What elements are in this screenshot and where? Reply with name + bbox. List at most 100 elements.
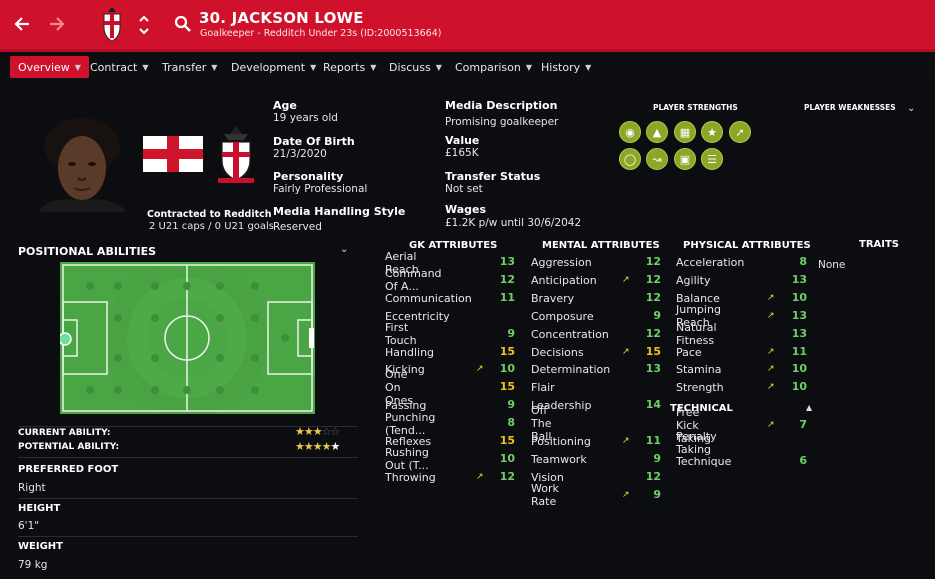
- menu-discuss[interactable]: Discuss ▼: [381, 56, 450, 78]
- attribute-value: 12: [645, 326, 661, 340]
- strengths-title: PLAYER STRENGTHS: [653, 103, 738, 112]
- attribute-row[interactable]: Rushing Out (T...: [385, 446, 429, 472]
- attribute-name: Anticipation: [531, 273, 597, 287]
- attribute-name: Flair: [531, 381, 555, 395]
- menu-history[interactable]: History ▼: [533, 56, 599, 78]
- pitch-icon[interactable]: ▣: [674, 148, 696, 170]
- physical-attributes-title: PHYSICAL ATTRIBUTES: [683, 240, 811, 251]
- attribute-row[interactable]: Positioning: [531, 433, 591, 450]
- attribute-value: 15: [499, 344, 515, 358]
- attribute-row[interactable]: Penalty Taking: [676, 430, 717, 456]
- attribute-row[interactable]: Communication: [385, 290, 472, 307]
- mental-attributes-title: MENTAL ATTRIBUTES: [542, 240, 660, 251]
- attribute-row[interactable]: Natural Fitness: [676, 321, 717, 347]
- running-icon[interactable]: ↝: [646, 148, 668, 170]
- player-name: 30. JACKSON LOWE: [199, 9, 364, 27]
- chevron-down-icon: ▼: [435, 62, 442, 72]
- attribute-row[interactable]: Technique: [676, 453, 731, 470]
- progress-arrow-icon: ↗: [622, 346, 630, 357]
- star-icon: ★: [330, 440, 341, 453]
- player-photo[interactable]: [28, 116, 136, 212]
- attribute-name: Work Rate: [531, 482, 559, 509]
- attribute-value: 12: [645, 290, 661, 304]
- attribute-row[interactable]: Stamina: [676, 361, 722, 378]
- attribute-row[interactable]: Bravery: [531, 290, 574, 307]
- attribute-value: 10: [791, 380, 807, 394]
- attribute-value: 9: [653, 308, 661, 322]
- attribute-row[interactable]: Determination: [531, 361, 610, 378]
- menu-reports[interactable]: Reports ▼: [315, 56, 384, 78]
- attribute-row[interactable]: First Touch: [385, 321, 417, 347]
- club-badge[interactable]: [214, 124, 258, 186]
- potential-ability-stars[interactable]: ★★★★★: [295, 440, 341, 453]
- attribute-row[interactable]: Punching (Tend...: [385, 411, 435, 437]
- chevron-down-icon[interactable]: ⌄: [907, 103, 915, 114]
- attribute-row[interactable]: Concentration: [531, 326, 609, 343]
- star-icon[interactable]: ★: [701, 121, 723, 143]
- attribute-value: 15: [645, 344, 661, 358]
- progress-arrow-icon: ↗: [622, 274, 630, 285]
- attribute-row[interactable]: Decisions: [531, 344, 584, 361]
- attribute-row[interactable]: Composure: [531, 308, 594, 325]
- chevron-down-icon: ▼: [585, 62, 592, 72]
- attribute-name: Teamwork: [531, 452, 587, 466]
- attribute-row[interactable]: Throwing: [385, 469, 436, 486]
- attribute-value: 13: [791, 272, 807, 286]
- caps-line: 2 U21 caps / 0 U21 goals: [149, 221, 275, 232]
- attribute-row[interactable]: Anticipation: [531, 272, 597, 289]
- search-button[interactable]: [174, 15, 192, 33]
- attribute-row[interactable]: Flair: [531, 379, 555, 396]
- chevron-down-icon: ▼: [74, 62, 81, 72]
- clipboard-icon[interactable]: ▦: [674, 121, 696, 143]
- wages-value[interactable]: £1.2K p/w until 30/6/2042: [445, 217, 581, 229]
- current-ability-stars[interactable]: ★★★☆☆: [295, 425, 341, 438]
- attribute-row[interactable]: Handling: [385, 344, 434, 361]
- attribute-name: Bravery: [531, 291, 575, 305]
- head-icon[interactable]: ◯: [619, 148, 641, 170]
- player-switch[interactable]: [137, 13, 151, 37]
- attribute-row[interactable]: Agility: [676, 272, 711, 289]
- trend-up-icon[interactable]: ➚: [729, 121, 751, 143]
- player-subtitle[interactable]: Goalkeeper - Redditch Under 23s (ID:2000…: [200, 28, 441, 39]
- attribute-row[interactable]: Command Of A...: [385, 267, 442, 293]
- attribute-row[interactable]: Strength: [676, 379, 724, 396]
- attribute-value: 13: [791, 326, 807, 340]
- attribute-row[interactable]: Aggression: [531, 254, 592, 271]
- menu-transfer[interactable]: Transfer ▼: [154, 56, 225, 78]
- attribute-value: 9: [653, 451, 661, 465]
- age-label: Age: [273, 99, 297, 112]
- pitch-diagram[interactable]: [58, 258, 315, 418]
- arrow-left-icon: [14, 17, 29, 31]
- forward-button[interactable]: [45, 12, 69, 36]
- attribute-row[interactable]: Off The Ball: [531, 404, 551, 443]
- goalkeeper-icon[interactable]: ◉: [619, 121, 641, 143]
- star-icon: ☆: [330, 425, 341, 438]
- attribute-row[interactable]: Work Rate: [531, 482, 559, 508]
- attribute-value: 11: [499, 290, 515, 304]
- attribute-row[interactable]: Teamwork: [531, 451, 587, 468]
- menu-contract[interactable]: Contract ▼: [82, 56, 156, 78]
- club-crest[interactable]: [98, 5, 126, 45]
- chevron-up-icon[interactable]: ▲: [806, 403, 812, 412]
- attribute-row[interactable]: One On Ones: [385, 368, 413, 407]
- attribute-row[interactable]: Acceleration: [676, 254, 744, 271]
- chevron-down-icon[interactable]: ⌄: [340, 244, 348, 255]
- notes-icon[interactable]: ☰: [701, 148, 723, 170]
- personality-value[interactable]: Fairly Professional: [273, 183, 367, 195]
- menu-label: History: [541, 60, 581, 74]
- height-label: HEIGHT: [18, 503, 61, 514]
- flask-icon[interactable]: ▲: [646, 121, 668, 143]
- attribute-row[interactable]: Pace: [676, 344, 702, 361]
- attribute-name: Technique: [676, 454, 732, 468]
- attribute-value: 11: [791, 344, 807, 358]
- menu-development[interactable]: Development ▼: [223, 56, 324, 78]
- menu-comparison[interactable]: Comparison ▼: [447, 56, 540, 78]
- nationality-flag[interactable]: [143, 136, 203, 172]
- menu-overview[interactable]: Overview ▼: [10, 56, 89, 78]
- personality-label: Personality: [273, 170, 344, 183]
- transfer-status-value[interactable]: Not set: [445, 183, 483, 195]
- back-button[interactable]: [10, 12, 34, 36]
- chevron-down-icon: ▼: [525, 62, 533, 72]
- attribute-name: Strength: [676, 381, 724, 395]
- value-value: £165K: [445, 147, 479, 159]
